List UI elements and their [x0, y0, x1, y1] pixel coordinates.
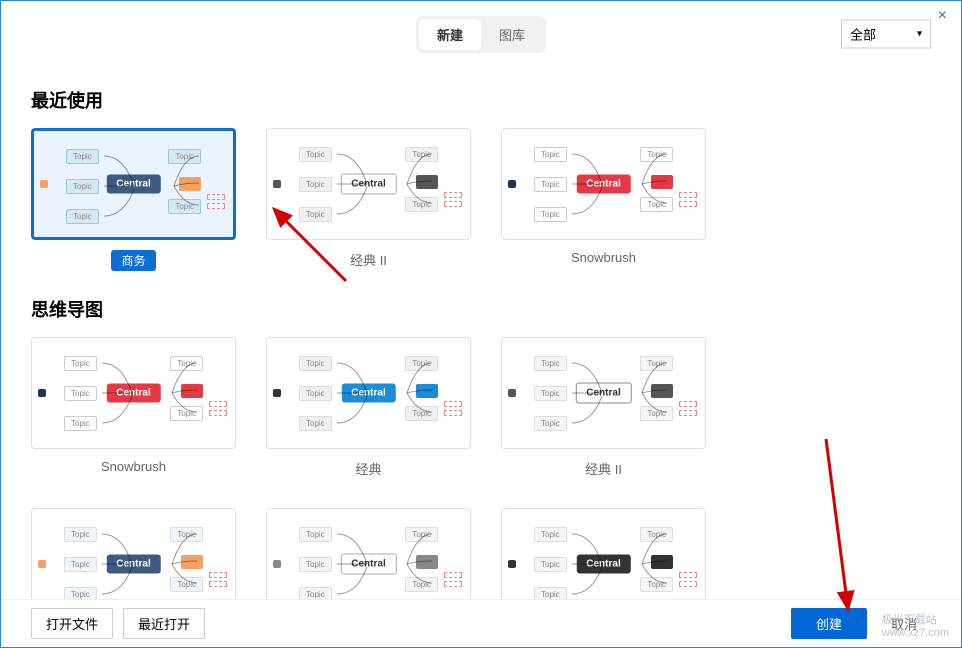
template-item: Topic Topic Topic Central Topic Topic Sn… [501, 128, 706, 271]
template-label: 商务 [111, 250, 155, 271]
header-tabs: 新建 图库 [416, 16, 546, 53]
header: 新建 图库 全部 ▾ [1, 9, 961, 59]
template-label: Snowbrush [571, 250, 636, 265]
create-button[interactable]: 创建 [791, 608, 867, 639]
section-title-recent: 最近使用 [31, 87, 931, 113]
grid-mindmap: Topic Topic Topic Central Topic Topic Sn… [31, 337, 931, 601]
template-item: Topic Topic Topic Central Topic Topic 经典… [501, 337, 706, 478]
recent-open-button[interactable]: 最近打开 [123, 608, 205, 639]
template-thumbnail[interactable]: Topic Topic Topic Central Topic Topic [31, 337, 236, 449]
template-label: 经典 II [350, 250, 387, 269]
template-thumbnail[interactable]: Topic Topic Topic Central Topic Topic [31, 128, 236, 240]
chevron-down-icon: ▾ [917, 29, 922, 40]
footer: 打开文件 最近打开 创建 取消 [1, 599, 961, 647]
cancel-button[interactable]: 取消 [877, 609, 931, 638]
template-item: Topic Topic Topic Central Topic Topic 商务 [31, 128, 236, 271]
content-scroll[interactable]: 最近使用 Topic Topic Topic Central Topic Top… [1, 59, 961, 601]
template-label: 经典 II [585, 459, 622, 478]
template-item: Topic Topic Topic Central Topic Topic 经典 [266, 337, 471, 478]
filter-dropdown[interactable]: 全部 ▾ [841, 20, 931, 49]
template-item: Topic Topic Topic Central Topic Topic 商务 [31, 508, 236, 601]
tab-new[interactable]: 新建 [419, 19, 481, 50]
template-thumbnail[interactable]: Topic Topic Topic Central Topic Topic [266, 337, 471, 449]
template-thumbnail[interactable]: Topic Topic Topic Central Topic Topic [31, 508, 236, 601]
template-thumbnail[interactable]: Topic Topic Topic Central Topic Topic [266, 508, 471, 601]
tab-gallery[interactable]: 图库 [481, 19, 543, 50]
template-item: Topic Topic Topic Central Topic Topic [501, 508, 706, 601]
open-file-button[interactable]: 打开文件 [31, 608, 113, 639]
template-label: Snowbrush [101, 459, 166, 474]
template-item: Topic Topic Topic Central Topic Topic Sn… [31, 337, 236, 478]
filter-label: 全部 [850, 25, 876, 44]
template-item: Topic Topic Topic Central Topic Topic 经典… [266, 128, 471, 271]
titlebar [1, 1, 961, 9]
template-thumbnail[interactable]: Topic Topic Topic Central Topic Topic [501, 508, 706, 601]
template-thumbnail[interactable]: Topic Topic Topic Central Topic Topic [266, 128, 471, 240]
template-thumbnail[interactable]: Topic Topic Topic Central Topic Topic [501, 128, 706, 240]
template-thumbnail[interactable]: Topic Topic Topic Central Topic Topic [501, 337, 706, 449]
grid-recent: Topic Topic Topic Central Topic Topic 商务… [31, 128, 931, 271]
template-item: Topic Topic Topic Central Topic Topic [266, 508, 471, 601]
template-label: 经典 [355, 459, 381, 478]
section-title-mindmap: 思维导图 [31, 296, 931, 322]
